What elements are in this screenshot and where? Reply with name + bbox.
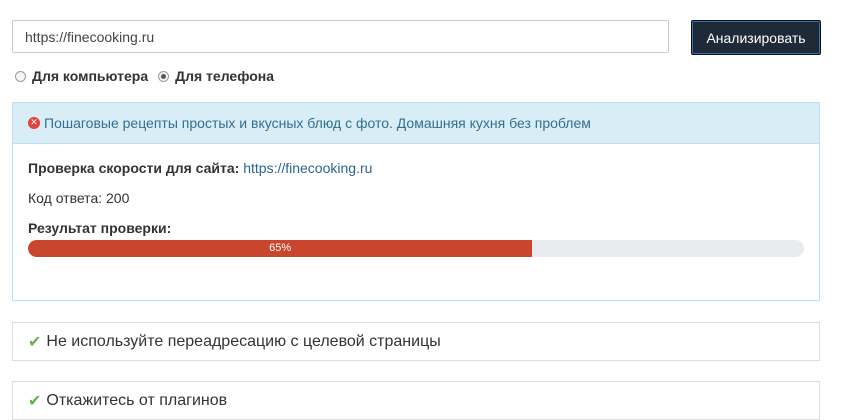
speed-check-label: Проверка скорости для сайта: [28, 160, 240, 176]
result-panel-header: ✕ Пошаговые рецепты простых и вкусных бл… [13, 103, 819, 144]
radio-mobile-circle[interactable] [158, 70, 170, 82]
result-panel: ✕ Пошаговые рецепты простых и вкусных бл… [12, 102, 820, 301]
result-label: Результат проверки: [28, 220, 172, 236]
progress-bar: 65% [28, 240, 804, 257]
speed-check-line: Проверка скорости для сайта: https://fin… [28, 158, 804, 178]
radio-desktop-label: Для компьютера [32, 68, 149, 84]
radio-desktop-circle[interactable] [15, 70, 26, 82]
rule-card-no-plugins[interactable]: ✔ Откажитесь от плагинов [12, 381, 820, 420]
speed-check-url[interactable]: https://finecooking.ru [243, 160, 372, 176]
radio-mobile-label: Для телефона [175, 68, 275, 84]
response-code: Код ответа: 200 [28, 190, 130, 206]
radio-desktop[interactable]: Для компьютера [15, 68, 148, 84]
rule-card-no-redirect[interactable]: ✔ Не используйте переадресацию с целевой… [12, 322, 820, 361]
radio-mobile[interactable]: Для телефона [158, 68, 274, 84]
progress-fill: 65% [28, 240, 533, 257]
error-icon: ✕ [28, 117, 40, 129]
check-icon: ✔ [28, 332, 42, 351]
device-radio-group: Для компьютера Для телефона [15, 68, 284, 84]
analyze-button[interactable]: Анализировать [691, 20, 821, 55]
rule-label: Откажитесь от плагинов [46, 391, 228, 409]
result-label-line: Результат проверки: [28, 218, 804, 238]
url-input[interactable] [12, 20, 669, 53]
page-title-text: Пошаговые рецепты простых и вкусных блюд… [44, 115, 591, 131]
check-icon: ✔ [28, 391, 42, 410]
rule-label: Не используйте переадресацию с целевой с… [46, 332, 441, 350]
result-panel-body: Проверка скорости для сайта: https://fin… [13, 144, 819, 257]
